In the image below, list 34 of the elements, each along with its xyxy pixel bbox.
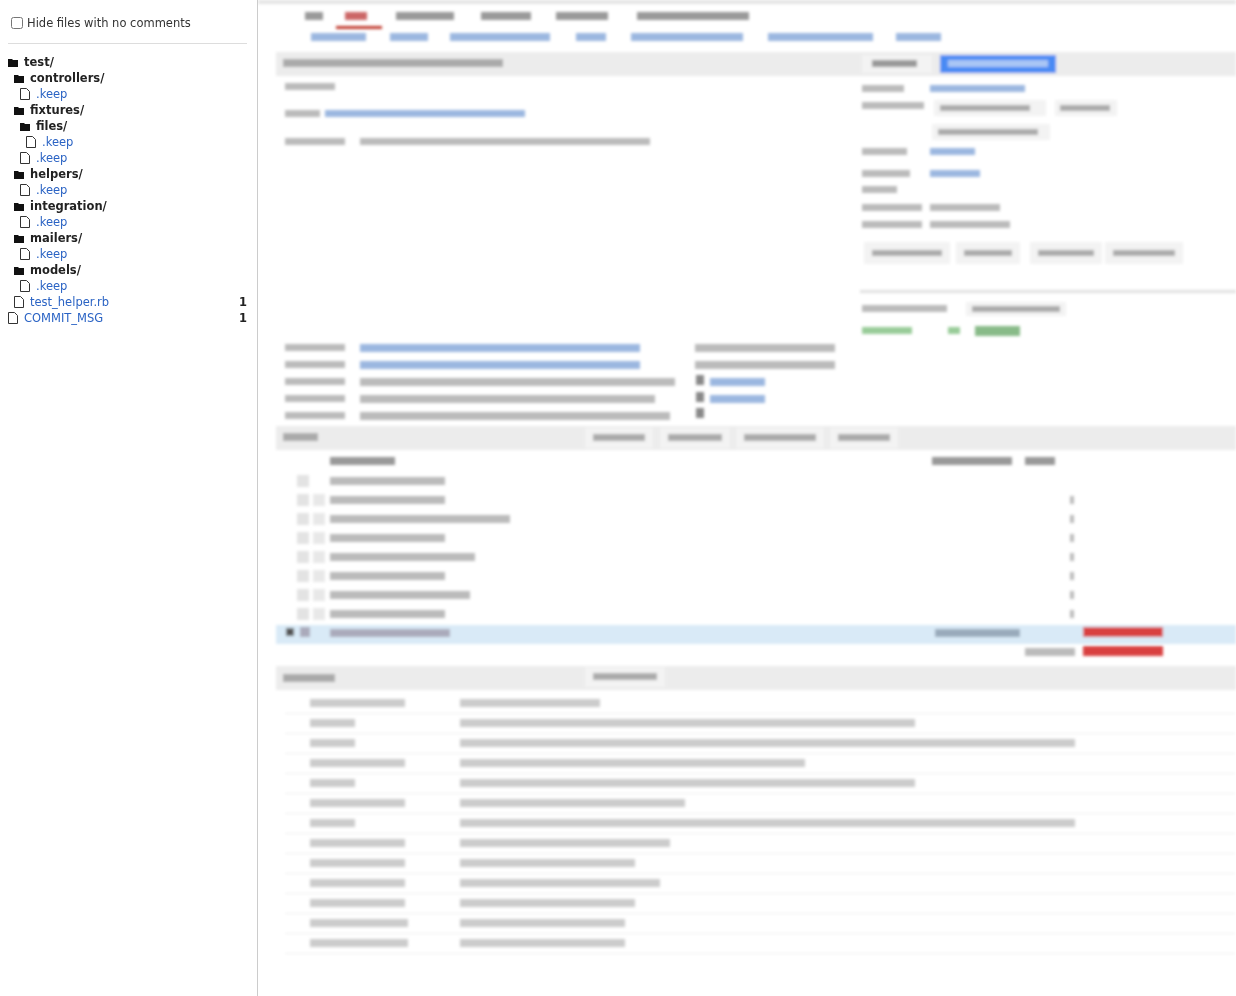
file-link[interactable]: .keep: [36, 215, 68, 229]
folder-name[interactable]: mailers/: [30, 231, 83, 245]
folder-name[interactable]: files/: [36, 119, 68, 133]
file-icon: [20, 216, 30, 228]
checkbox-label: Hide files with no comments: [27, 16, 191, 30]
file-icon: [20, 88, 30, 100]
folder-name[interactable]: helpers/: [30, 167, 83, 181]
file-link[interactable]: .keep: [36, 247, 68, 261]
folder-name[interactable]: models/: [30, 263, 81, 277]
folder-name[interactable]: fixtures/: [30, 103, 85, 117]
file-icon: [20, 280, 30, 292]
file-icon: [20, 184, 30, 196]
file-link[interactable]: .keep: [36, 183, 68, 197]
file-link[interactable]: .keep: [42, 135, 74, 149]
file-link[interactable]: COMMIT_MSG: [24, 311, 104, 325]
file-link[interactable]: test_helper.rb: [30, 295, 110, 309]
comment-count: 1: [239, 295, 247, 309]
file-icon: [20, 152, 30, 164]
file-icon: [26, 136, 36, 148]
folder-icon: [14, 201, 24, 211]
file-link[interactable]: .keep: [36, 151, 68, 165]
file-icon: [20, 248, 30, 260]
comment-count: 1: [239, 311, 247, 325]
file-icon: [8, 312, 18, 324]
folder-icon: [14, 169, 24, 179]
folder-icon: [14, 265, 24, 275]
hide-comments-checkbox[interactable]: [11, 17, 23, 29]
folder-name[interactable]: controllers/: [30, 71, 105, 85]
file-link[interactable]: .keep: [36, 279, 68, 293]
folder-name[interactable]: test/: [24, 55, 54, 69]
folder-name[interactable]: integration/: [30, 199, 107, 213]
file-link[interactable]: .keep: [36, 87, 68, 101]
file-icon: [14, 296, 24, 308]
folder-icon: [14, 233, 24, 243]
